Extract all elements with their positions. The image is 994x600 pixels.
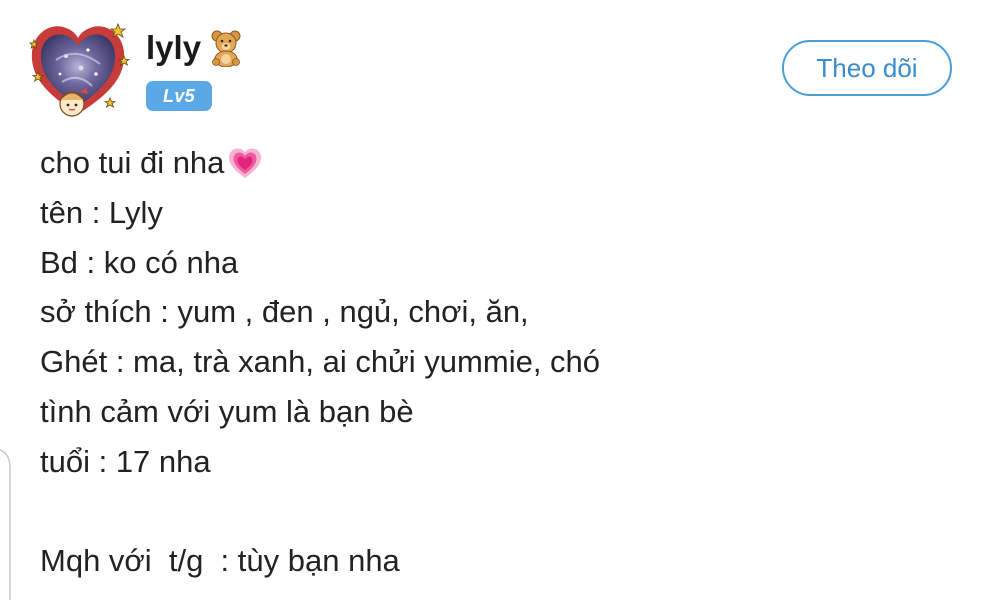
content-line: tên : Lyly (40, 194, 163, 230)
content-line: sở thích : yum , đen , ngủ, chơi, ăn, (40, 294, 529, 330)
follow-button[interactable]: Theo dõi (782, 40, 952, 96)
username[interactable]: lyly (146, 26, 243, 70)
growing-heart-icon (229, 148, 262, 178)
content-line: cho tui đi nha (40, 138, 940, 188)
level-badge: Lv5 (146, 81, 212, 111)
content-line: Ghét : ma, trà xanh, ai chửi yummie, chó (40, 344, 601, 380)
avatar[interactable] (26, 16, 130, 120)
content-line: tình cảm với yum là bạn bè (40, 393, 414, 429)
username-label: lyly (146, 29, 202, 66)
teddy-bear-icon (211, 30, 241, 67)
content-line: tuổi : 17 nha (40, 443, 211, 479)
card-edge-divider (0, 449, 11, 600)
post-card: lyly Lv5 Theo dõi cho tui đi nha tên : L… (0, 0, 994, 600)
content-line: Mqh với t/g : tùy bạn nha (40, 543, 400, 579)
content-line (40, 487, 940, 537)
content-line: Bd : ko có nha (40, 244, 239, 280)
post-content: cho tui đi nha tên : Lyly Bd : ko có nha… (40, 138, 940, 586)
